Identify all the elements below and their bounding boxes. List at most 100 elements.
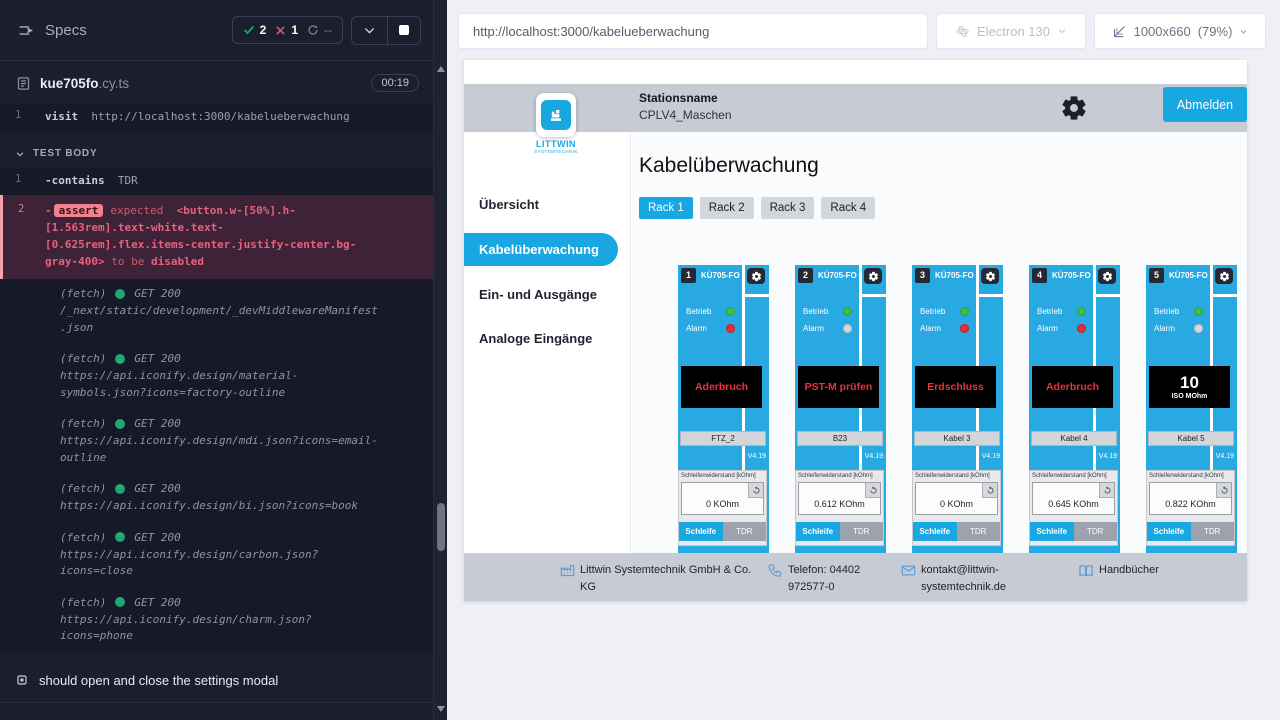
fetch-log-entry[interactable]: (fetch)GET 200 https://api.iconify.desig… [0,523,433,588]
sidebar-item-uebersicht[interactable]: Übersicht [479,197,539,212]
device-settings-button[interactable] [864,268,882,284]
fetch-log-entry[interactable]: (fetch)GET 200 https://api.iconify.desig… [0,344,433,409]
device-number: 5 [1149,268,1164,283]
tdr-button[interactable]: TDR [1191,522,1235,541]
device-number: 4 [1032,268,1047,283]
card-divider [1213,294,1237,297]
cable-name: Kabel 5 [1148,431,1234,446]
tdr-button[interactable]: TDR [957,522,1001,541]
refresh-button[interactable] [982,483,997,498]
url-bar[interactable] [458,13,928,49]
status-ok-dot [115,354,125,364]
app-footer: Littwin Systemtechnik GmbH & Co. KG Tele… [464,553,1247,601]
visit-command: visit [45,110,78,123]
tab-rack-2[interactable]: Rack 2 [700,197,754,219]
betrieb-indicator: Betrieb [920,307,969,316]
collapse-button[interactable] [352,17,387,44]
viewport-selector[interactable]: 1000x660 (79%) [1094,13,1266,49]
firmware-version: V4.19 [982,453,1000,460]
factory-icon [560,563,575,578]
test-stats: 2 1 -- [232,16,343,44]
refresh-button[interactable] [1099,483,1114,498]
sidebar-item-analoge-eingaenge[interactable]: Analoge Eingänge [479,331,592,346]
logout-button[interactable]: Abmelden [1163,87,1247,122]
station-name: CPLV4_Maschen [639,108,732,122]
scrollbar-thumb[interactable] [437,503,445,551]
settings-gear-button[interactable] [1060,94,1088,122]
device-number: 3 [915,268,930,283]
log-row-visit[interactable]: 1 visit http://localhost:3000/kabelueber… [0,103,433,131]
tab-rack-4[interactable]: Rack 4 [821,197,875,219]
browser-selector[interactable]: Electron 130 [936,13,1086,49]
device-settings-button[interactable] [1098,268,1116,284]
schleife-button[interactable]: Schleife [1030,522,1074,541]
loop-value-box: 0 KOhm [915,482,998,515]
refresh-icon [1220,486,1229,495]
schleife-button[interactable]: Schleife [679,522,723,541]
check-icon [243,24,255,36]
cypress-panel: Specs 2 1 -- kue705fo.cy.ts 00:1 [0,0,433,720]
stop-button[interactable] [387,17,420,44]
fetch-log-entry[interactable]: (fetch)GET 200 https://api.iconify.desig… [0,474,433,523]
loop-resistance-section: Schleifenwiderstand [kOhm] 0.645 KOhm Sc… [1029,470,1118,546]
sidebar-item-ein-und-ausgaenge[interactable]: Ein- und Ausgänge [479,287,597,302]
betrieb-led [1194,307,1203,316]
url-input[interactable] [459,24,927,39]
scroll-up-arrow[interactable] [437,66,445,72]
contains-command: contains [52,174,105,187]
specs-toggle[interactable]: Specs [18,22,87,39]
schleife-button[interactable]: Schleife [796,522,840,541]
test-body-section-header[interactable]: TEST BODY [0,140,433,167]
refresh-button[interactable] [1216,483,1231,498]
cable-name: Kabel 4 [1031,431,1117,446]
schleife-button[interactable]: Schleife [1147,522,1191,541]
sidebar-item-kabelueberwachung[interactable]: Kabelüberwachung [464,233,618,266]
next-test-row[interactable]: should open and close the settings modal [0,660,433,703]
schleife-button[interactable]: Schleife [913,522,957,541]
scroll-down-arrow[interactable] [437,706,445,712]
logo-wordmark: LITTWIN [516,139,596,149]
status-display: Aderbruch [1032,366,1113,408]
fetch-url: https://api.iconify.design/material-symb… [60,368,378,401]
firmware-version: V4.19 [1216,453,1234,460]
device-cards: 1 KÜ705-FO Betrieb Alarm Aderbruch FTZ_2… [678,265,1237,553]
device-model: KÜ705-FO [818,271,857,280]
spec-file-row[interactable]: kue705fo.cy.ts 00:19 [0,61,433,103]
cable-name: B23 [797,431,883,446]
log-row-contains[interactable]: 1 -contains TDR [0,167,433,195]
device-settings-button[interactable] [981,268,999,284]
log-row-assert-failed[interactable]: 2 -assertexpected <button.w-[50%].h-[1.5… [0,195,433,279]
assert-pill: assert [54,204,104,217]
device-settings-button[interactable] [1215,268,1233,284]
gear-icon [1060,94,1088,122]
status-display: 10ISO MOhm [1149,366,1230,408]
tdr-button[interactable]: TDR [840,522,884,541]
device-card-3: 3 KÜ705-FO Betrieb Alarm Erdschluss Kabe… [912,265,1003,553]
stat-passed: 2 [243,23,267,37]
gear-icon [1102,271,1113,282]
loop-resistance-section: Schleifenwiderstand [kOhm] 0.822 KOhm Sc… [1146,470,1235,546]
loop-value: 0 KOhm [916,499,997,509]
device-settings-button[interactable] [747,268,765,284]
cross-icon [275,25,286,36]
fetch-log-entry[interactable]: (fetch)GET 200 /_next/static/development… [0,279,433,344]
firmware-version: V4.19 [748,453,766,460]
betrieb-led [1077,307,1086,316]
cable-name: FTZ_2 [680,431,766,446]
footer-manuals-link[interactable]: Handbücher [1078,562,1159,579]
tab-rack-1[interactable]: Rack 1 [639,197,693,219]
tab-rack-3[interactable]: Rack 3 [761,197,815,219]
fetch-log-entry[interactable]: (fetch)GET 200 https://api.iconify.desig… [0,409,433,474]
refresh-button[interactable] [748,483,763,498]
tdr-button[interactable]: TDR [723,522,767,541]
alarm-indicator: Alarm [1154,324,1203,333]
fetch-log-entry[interactable]: (fetch)GET 200 https://api.iconify.desig… [0,588,433,653]
alarm-indicator: Alarm [920,324,969,333]
logo-subtitle: SYSTEMTECHNIK [516,149,596,154]
panel-scrollbar[interactable] [433,0,447,720]
status-display: Aderbruch [681,366,762,408]
app-header: Stationsname CPLV4_Maschen Abmelden [464,84,1247,132]
refresh-button[interactable] [865,483,880,498]
fetch-url: /_next/static/development/_devMiddleware… [60,303,378,336]
tdr-button[interactable]: TDR [1074,522,1118,541]
